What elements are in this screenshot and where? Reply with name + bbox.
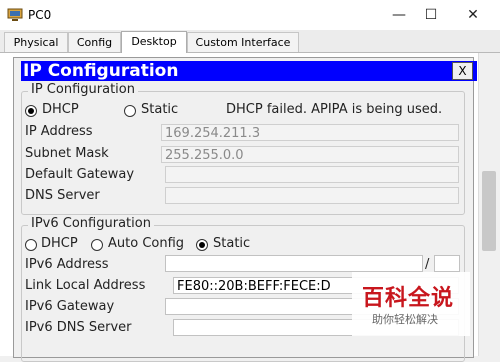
ipv4-dhcp-label[interactable]: DHCP (42, 102, 79, 117)
ip-address-field[interactable]: 169.254.211.3 (161, 124, 459, 141)
watermark-subtitle: 助你轻松解决 (372, 313, 438, 326)
default-gateway-label: Default Gateway (25, 167, 135, 182)
ipv6-auto-config-label[interactable]: Auto Config (108, 236, 184, 251)
link-local-address-label: Link Local Address (25, 278, 146, 293)
ipv6-dns-server-label: IPv6 DNS Server (25, 320, 132, 335)
ipv6-group-legend: IPv6 Configuration (28, 216, 154, 231)
tab-desktop[interactable]: Desktop (121, 31, 187, 53)
ip-address-label: IP Address (25, 124, 93, 139)
tab-custom-interface[interactable]: Custom Interface (187, 32, 299, 52)
dialog-title: IP Configuration (23, 61, 179, 81)
scrollbar-thumb[interactable] (482, 171, 496, 251)
window-title: PC0 (28, 8, 52, 22)
dialog-titlebar: IP Configuration X (21, 61, 477, 81)
subnet-mask-field[interactable]: 255.255.0.0 (161, 146, 459, 163)
tab-config[interactable]: Config (68, 32, 121, 52)
ipv4-static-label[interactable]: Static (141, 102, 178, 117)
watermark-logo: 百科全说 助你轻松解决 (352, 272, 470, 336)
ipv6-dhcp-label[interactable]: DHCP (41, 236, 78, 251)
subnet-mask-label: Subnet Mask (25, 146, 109, 161)
dhcp-status-message: DHCP failed. APIPA is being used. (226, 102, 443, 117)
ipv6-address-field[interactable] (165, 255, 423, 272)
vertical-scrollbar[interactable] (478, 53, 500, 356)
ipv6-prefix-length-field[interactable] (434, 255, 460, 272)
ipv6-gateway-label: IPv6 Gateway (25, 299, 115, 314)
ipv4-group-legend: IP Configuration (28, 82, 138, 97)
dns-server-label: DNS Server (25, 188, 100, 203)
ipv4-static-radio[interactable] (124, 105, 136, 117)
ipv6-auto-config-radio[interactable] (91, 239, 103, 251)
default-gateway-field[interactable] (165, 166, 459, 183)
ipv6-dhcp-radio[interactable] (25, 239, 37, 251)
tab-bar: Physical Config Desktop Custom Interface (0, 30, 500, 53)
packet-tracer-pc-icon (7, 8, 23, 21)
close-window-button[interactable]: ✕ (453, 0, 493, 30)
ipv4-dhcp-radio[interactable] (25, 105, 37, 117)
watermark-title: 百科全说 (362, 286, 455, 311)
dns-server-field[interactable] (165, 187, 459, 204)
ipv6-static-label[interactable]: Static (213, 236, 250, 251)
window-titlebar: PC0 — ☐ ✕ (0, 0, 500, 30)
ipv6-static-radio[interactable] (196, 239, 208, 251)
dialog-close-button[interactable]: X (452, 62, 473, 80)
maximize-button[interactable]: ☐ (411, 0, 451, 30)
tab-physical[interactable]: Physical (4, 32, 68, 52)
ipv6-address-label: IPv6 Address (25, 257, 109, 272)
prefix-separator: / (425, 257, 430, 272)
